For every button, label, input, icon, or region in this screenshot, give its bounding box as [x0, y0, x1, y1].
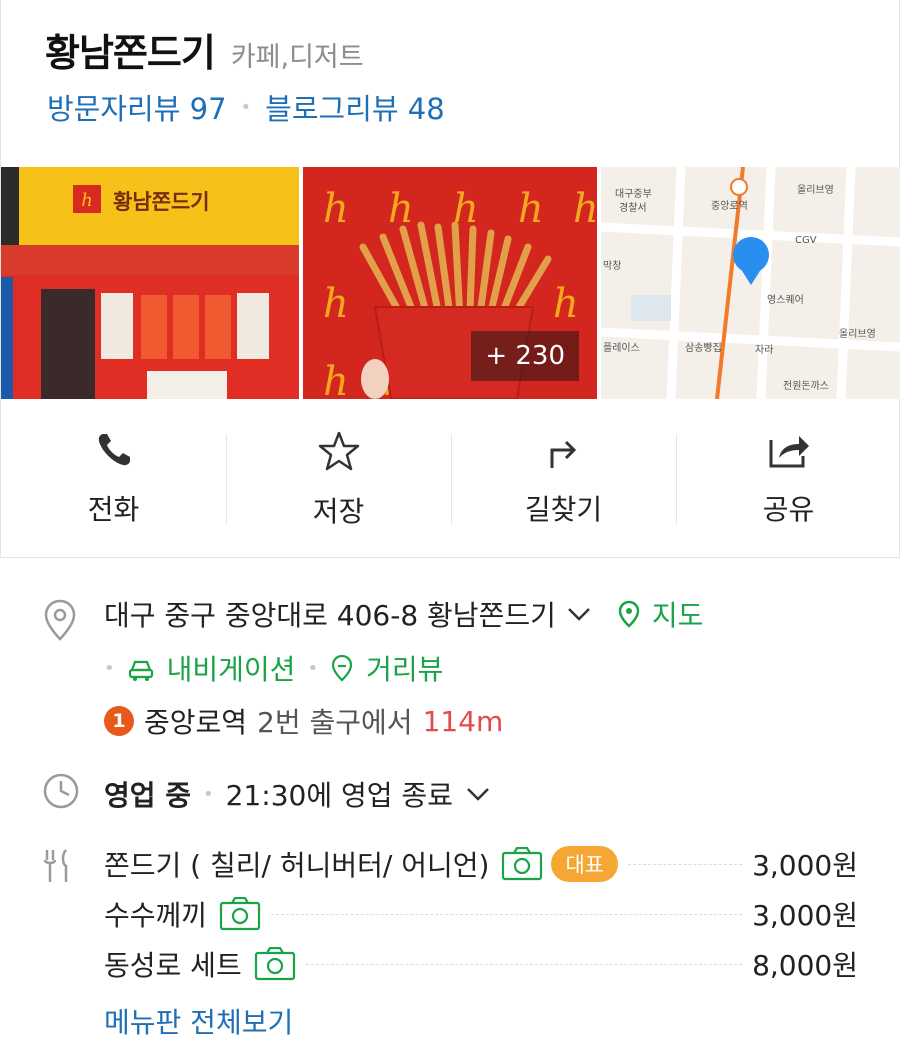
nearest-station-line: 1 중앙로역 2번 출구에서 114m — [104, 701, 503, 741]
menu-item-name: 수수께끼 — [104, 899, 208, 932]
storefront-photo[interactable]: h 황남쫀드기 — [1, 167, 299, 399]
svg-text:h: h — [553, 281, 579, 327]
street-view-link[interactable]: 거리뷰 — [366, 648, 443, 688]
station-distance: 114m — [422, 704, 504, 738]
business-hours-line: 영업 중 • 21:30에 영업 종료 — [104, 774, 491, 814]
svg-text:h: h — [323, 359, 349, 399]
map-label-police: 대구중부 — [615, 188, 652, 200]
navigation-link[interactable]: 내비게이션 — [167, 648, 296, 688]
hours-detail: 21:30에 영업 종료 — [225, 779, 453, 812]
call-button[interactable]: 전화 — [1, 400, 226, 556]
directions-icon — [550, 440, 576, 468]
blog-reviews-link[interactable]: 블로그리뷰 48 — [265, 86, 445, 128]
storefront-sign: 황남쫀드기 — [113, 190, 210, 214]
star-icon — [318, 431, 359, 471]
svg-text:h: h — [388, 186, 414, 232]
map-label-makchang: 막창 — [603, 260, 621, 272]
station-name: 중앙로역 — [144, 706, 248, 739]
svg-text:h: h — [323, 281, 349, 327]
dotted-leader — [628, 863, 743, 865]
camera-icon — [254, 947, 295, 981]
map-label-restaurant: 전원돈까스 — [783, 380, 829, 392]
storefront-illustration: h 황남쫀드기 — [1, 167, 299, 399]
view-full-menu-link[interactable]: 메뉴판 전체보기 — [104, 1001, 293, 1041]
call-label: 전화 — [87, 493, 140, 526]
place-header-card: 황남쫀드기 카페,디저트 방문자리뷰 97 • 블로그리뷰 48 h 황남쫀드기 — [0, 0, 900, 558]
station-exit: 2번 출구에서 — [257, 706, 413, 739]
chevron-down-icon[interactable] — [465, 784, 491, 804]
place-category: 카페,디저트 — [230, 42, 364, 73]
map-illustration: 대구중부 경찰서 중앙로역 올리브영 CGV 영스퀘어 삼송빵집 자라 올리브영… — [601, 167, 900, 399]
hours-status: 영업 중 — [104, 779, 192, 812]
menu-item-name: 동성로 세트 — [104, 949, 242, 982]
map-link[interactable]: 지도 — [652, 594, 704, 634]
map-label-cgv: CGV — [795, 235, 817, 246]
menu-item-price: 8,000원 — [752, 949, 858, 982]
svg-text:h: h — [323, 186, 349, 232]
menu-item[interactable]: 수수께끼 3,000원 — [104, 894, 858, 934]
navigation-car-icon — [128, 660, 153, 681]
save-label: 저장 — [312, 495, 365, 528]
separator-dot: • — [104, 657, 115, 679]
representative-badge: 대표 — [551, 846, 619, 882]
menu-item-price: 3,000원 — [752, 899, 858, 932]
share-icon — [769, 436, 809, 468]
menu-item-price: 3,000원 — [752, 849, 858, 882]
phone-icon — [98, 434, 130, 466]
review-links: 방문자리뷰 97 • 블로그리뷰 48 — [47, 86, 445, 128]
more-photos-count[interactable]: + 230 — [471, 331, 579, 381]
menu-item-name: 쫀드기 ( 칠리/ 허니버터/ 어니언) — [104, 849, 490, 882]
share-button[interactable]: 공유 — [676, 400, 900, 556]
location-pin-icon — [44, 599, 76, 641]
address-line: 대구 중구 중앙대로 406-8 황남쫀드기 지도 — [104, 594, 703, 634]
place-name: 황남쫀드기 — [45, 31, 216, 75]
separator-dot: • — [240, 96, 252, 118]
camera-icon — [219, 897, 261, 931]
svg-text:h: h — [81, 190, 93, 211]
address-text: 대구 중구 중앙대로 406-8 황남쫀드기 — [104, 599, 556, 632]
map-label-bakery: 삼송빵집 — [685, 342, 722, 354]
action-bar: 전화 저장 길찾기 공유 — [1, 400, 900, 556]
svg-text:h: h — [573, 186, 597, 232]
dotted-leader — [271, 913, 743, 915]
map-label-station: 중앙로역 — [711, 200, 748, 212]
map-label-square: 영스퀘어 — [767, 294, 804, 306]
map-label-oliveyoung2: 올리브영 — [839, 328, 876, 340]
share-label: 공유 — [762, 493, 815, 526]
title-row: 황남쫀드기 카페,디저트 — [45, 22, 364, 77]
utensils-icon — [43, 849, 68, 882]
camera-icon — [502, 847, 543, 881]
svg-text:h: h — [518, 186, 544, 232]
map-label-zara: 자라 — [755, 344, 773, 356]
save-button[interactable]: 저장 — [226, 400, 451, 556]
map-label-oliveyoung: 올리브영 — [797, 184, 834, 196]
clock-icon — [43, 773, 79, 809]
subway-line-badge: 1 — [104, 706, 134, 736]
product-photo[interactable]: hhhhh hh hh — [303, 167, 597, 399]
menu-item[interactable]: 동성로 세트 8,000원 — [104, 944, 858, 984]
chevron-down-icon[interactable] — [566, 604, 592, 624]
dotted-leader — [305, 963, 743, 965]
map-label-police2: 경찰서 — [619, 201, 647, 214]
street-view-icon — [331, 654, 353, 682]
photo-strip: h 황남쫀드기 hhhhh hh hh — [1, 167, 900, 399]
directions-label: 길찾기 — [524, 493, 603, 526]
separator-dot: • — [203, 783, 214, 805]
menu-item[interactable]: 쫀드기 ( 칠리/ 허니버터/ 어니언) 대표 3,000원 — [104, 844, 858, 884]
visitor-reviews-link[interactable]: 방문자리뷰 97 — [47, 86, 227, 128]
directions-button[interactable]: 길찾기 — [451, 400, 676, 556]
map-thumbnail[interactable]: 대구중부 경찰서 중앙로역 올리브영 CGV 영스퀘어 삼송빵집 자라 올리브영… — [601, 167, 900, 399]
navigation-line: • 내비게이션 • 거리뷰 — [104, 648, 443, 688]
map-pin-icon — [618, 600, 640, 628]
separator-dot: • — [307, 657, 319, 679]
map-label-place: 플레이스 — [603, 342, 640, 354]
